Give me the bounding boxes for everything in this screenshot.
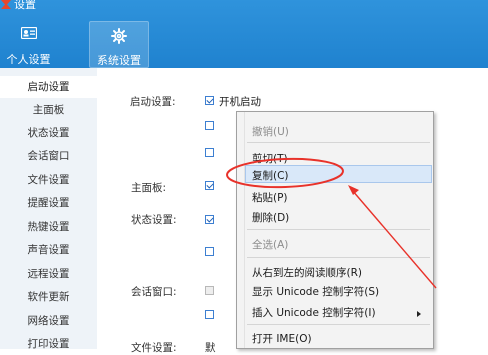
autostart-label: 开机启动 (219, 96, 261, 108)
tab-system-label: 系统设置 (97, 54, 141, 67)
sidebar-item-print[interactable]: 打印设置 (0, 333, 97, 355)
menu-item-delete[interactable]: 删除(D) (252, 210, 289, 225)
chat-window-checkbox-1[interactable] (205, 286, 214, 295)
autostart-checkbox[interactable] (205, 96, 214, 105)
sidebar-item-remote[interactable]: 远程设置 (0, 263, 97, 285)
section-label-chat-window: 会话窗口: (131, 286, 177, 298)
app-logo-icon (1, 0, 11, 9)
menu-item-show-unicode[interactable]: 显示 Unicode 控制字符(S) (252, 284, 379, 299)
menu-item-paste[interactable]: 粘贴(P) (252, 190, 288, 205)
section-label-main-panel: 主面板: (131, 182, 167, 194)
sidebar-item-file[interactable]: 文件设置 (0, 169, 97, 191)
tab-personal-label: 个人设置 (6, 53, 51, 66)
submenu-arrow-icon (417, 311, 421, 317)
file-setting-default-text: 默 (205, 342, 216, 354)
section-label-file: 文件设置: (131, 342, 177, 354)
window-header: 设置 个人设置 系统设置 (0, 0, 488, 68)
menu-gutter (244, 112, 245, 348)
main-panel-checkbox[interactable] (205, 181, 214, 190)
section-label-status: 状态设置: (131, 214, 177, 226)
startup-option-checkbox-2[interactable] (205, 121, 214, 130)
sidebar-item-reminder[interactable]: 提醒设置 (0, 192, 97, 214)
sidebar-item-startup[interactable]: 启动设置 (0, 76, 97, 98)
sidebar-item-hotkey[interactable]: 热键设置 (0, 216, 97, 238)
window-title: 设置 (14, 0, 36, 11)
menu-item-rtl-reading[interactable]: 从右到左的阅读顺序(R) (252, 265, 362, 280)
sidebar-item-network[interactable]: 网络设置 (0, 310, 97, 332)
sidebar-item-sound[interactable]: 声音设置 (0, 239, 97, 261)
startup-option-checkbox-3[interactable] (205, 148, 214, 157)
menu-separator (247, 229, 430, 230)
menu-separator (247, 324, 430, 325)
sidebar-item-main-panel[interactable]: 主面板 (0, 99, 97, 121)
menu-item-select-all[interactable]: 全选(A) (252, 237, 288, 252)
menu-item-open-ime[interactable]: 打开 IME(O) (252, 331, 312, 346)
menu-separator (247, 142, 430, 143)
sidebar-item-chat-window[interactable]: 会话窗口 (0, 145, 97, 167)
settings-sidebar: 启动设置 主面板 状态设置 会话窗口 文件设置 提醒设置 热键设置 声音设置 远… (0, 68, 97, 350)
status-checkbox-2[interactable] (205, 247, 214, 256)
sidebar-item-status[interactable]: 状态设置 (0, 122, 97, 144)
menu-item-copy[interactable]: 复制(C) (252, 168, 289, 183)
tab-system-settings[interactable]: 系统设置 (89, 21, 149, 68)
section-label-startup: 启动设置: (130, 96, 176, 108)
status-checkbox-1[interactable] (205, 215, 214, 224)
chat-window-checkbox-2[interactable] (205, 310, 214, 319)
tab-personal-settings[interactable]: 个人设置 (0, 21, 57, 68)
menu-item-insert-unicode[interactable]: 插入 Unicode 控制字符(I) (252, 305, 376, 320)
menu-separator (247, 257, 430, 258)
person-card-icon (20, 27, 37, 39)
context-menu: 撤销(U) 剪切(T) 复制(C) 粘贴(P) 删除(D) 全选(A) 从右到左… (236, 111, 434, 349)
menu-item-cut[interactable]: 剪切(T) (252, 151, 288, 166)
gear-icon (111, 28, 127, 44)
sidebar-item-update[interactable]: 软件更新 (0, 286, 97, 308)
menu-item-undo[interactable]: 撤销(U) (252, 124, 289, 139)
